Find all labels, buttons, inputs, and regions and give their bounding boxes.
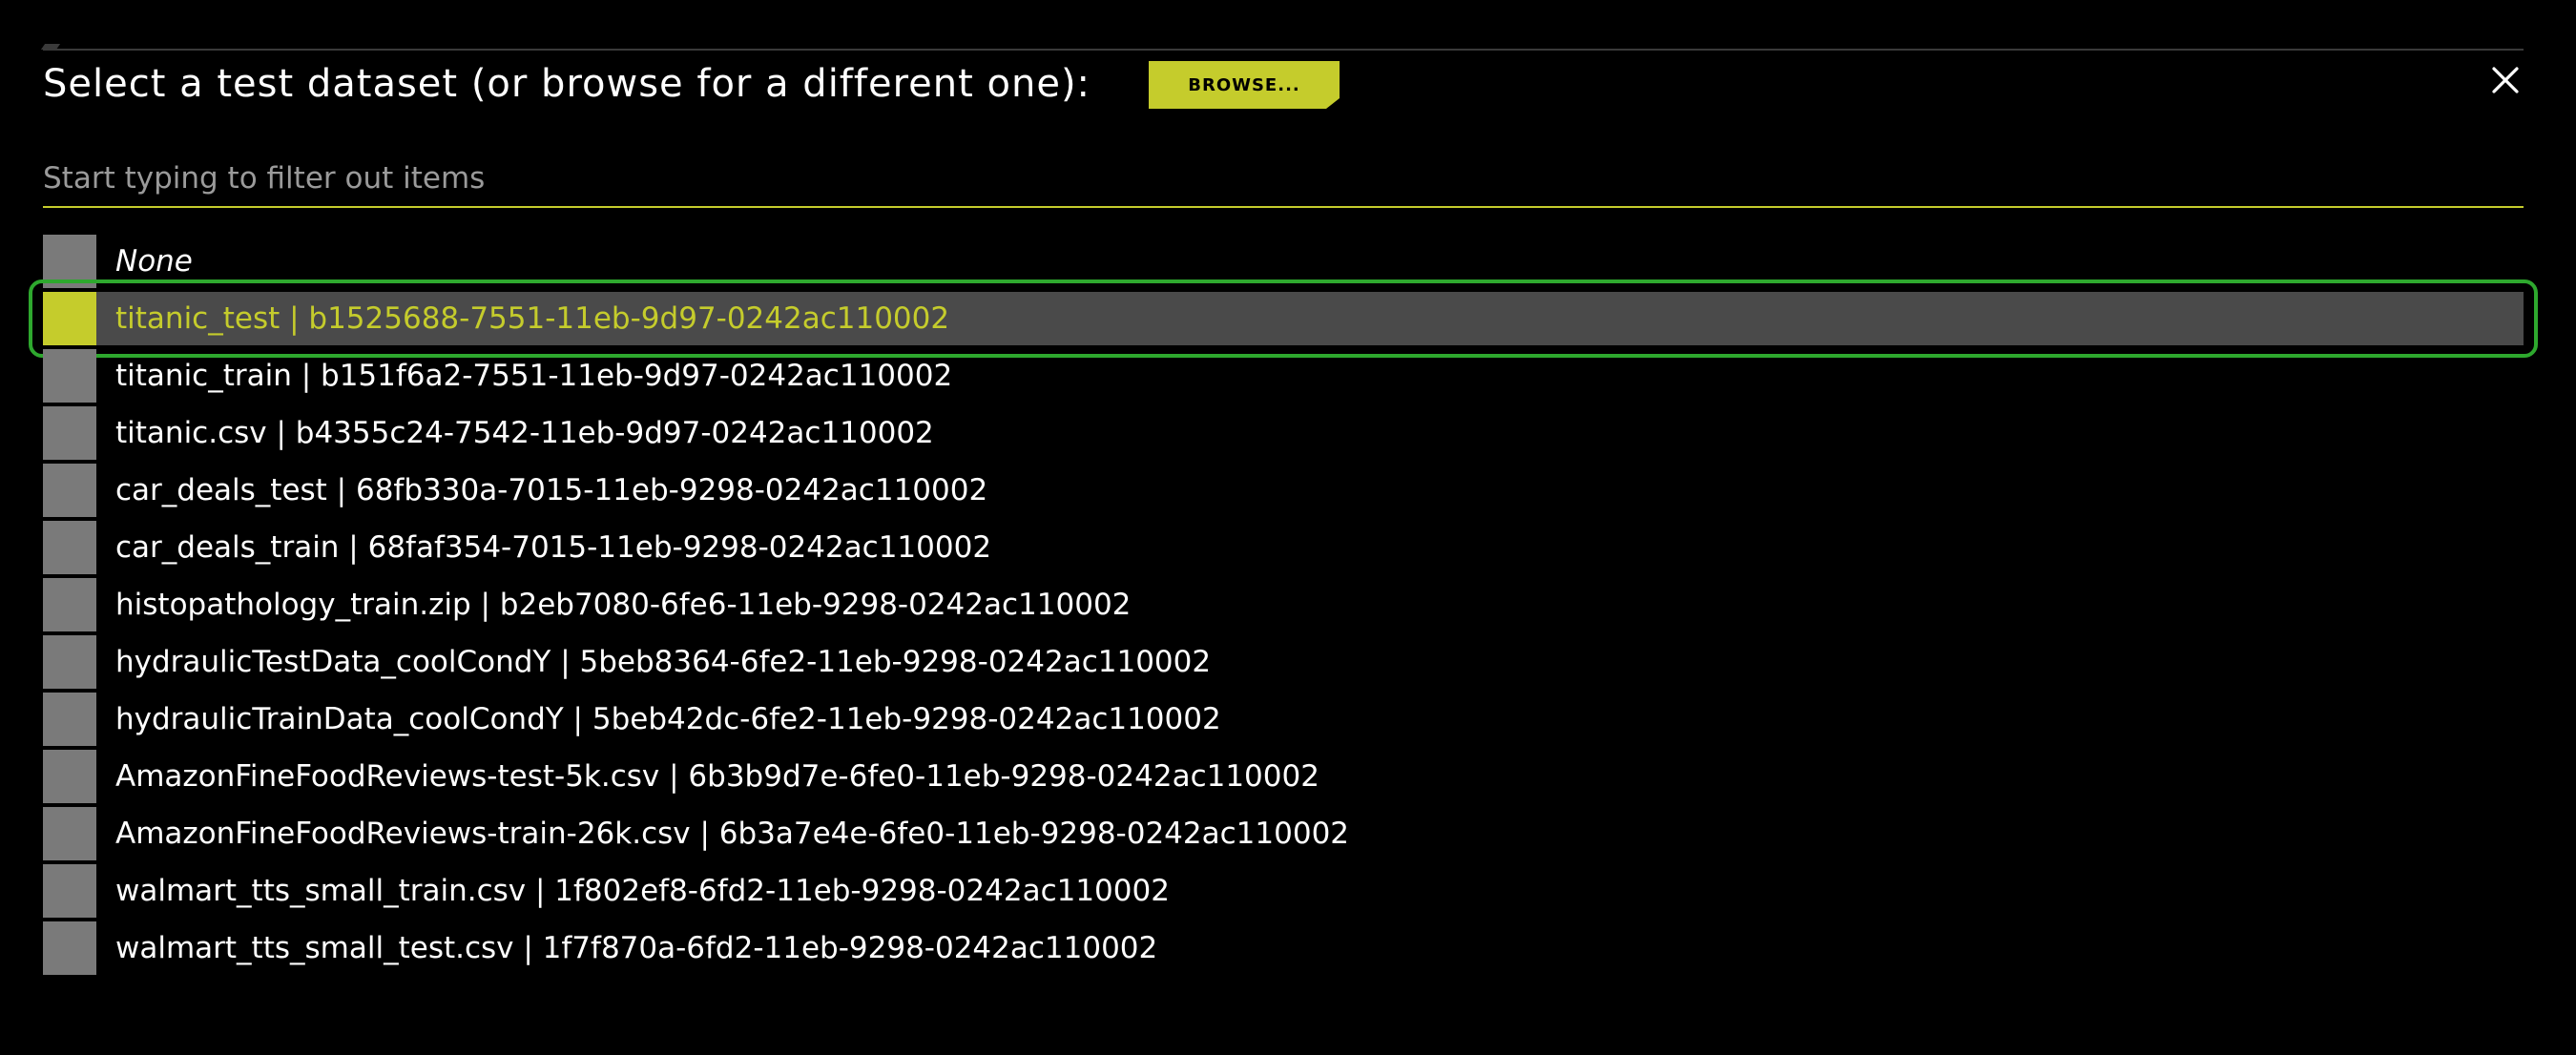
list-item-none[interactable]: None: [43, 235, 2524, 288]
top-divider: [43, 49, 2524, 51]
item-label: hydraulicTestData_coolCondY | 5beb8364-6…: [115, 645, 1212, 679]
item-label: walmart_tts_small_test.csv | 1f7f870a-6f…: [115, 931, 1158, 965]
dialog-title: Select a test dataset (or browse for a d…: [43, 62, 1091, 106]
item-swatch: [43, 578, 96, 631]
close-icon: [2491, 66, 2520, 98]
list-item[interactable]: car_deals_train | 68faf354-7015-11eb-929…: [43, 521, 2524, 574]
list-item[interactable]: AmazonFineFoodReviews-train-26k.csv | 6b…: [43, 807, 2524, 860]
list-item[interactable]: car_deals_test | 68fb330a-7015-11eb-9298…: [43, 464, 2524, 517]
item-label: AmazonFineFoodReviews-train-26k.csv | 6b…: [115, 817, 1350, 851]
item-swatch: [43, 635, 96, 689]
dataset-list: None titanic_test | b1525688-7551-11eb-9…: [29, 235, 2538, 979]
list-item-selected[interactable]: titanic_test | b1525688-7551-11eb-9d97-0…: [29, 279, 2538, 358]
item-swatch: [43, 864, 96, 918]
item-label: walmart_tts_small_train.csv | 1f802ef8-6…: [115, 874, 1170, 908]
item-swatch: [43, 292, 96, 345]
item-label: titanic_test | b1525688-7551-11eb-9d97-0…: [115, 301, 950, 336]
item-swatch: [43, 521, 96, 574]
list-item[interactable]: titanic.csv | b4355c24-7542-11eb-9d97-02…: [43, 406, 2524, 460]
item-swatch: [43, 750, 96, 803]
item-swatch: [43, 464, 96, 517]
item-swatch: [43, 235, 96, 288]
list-item[interactable]: titanic_train | b151f6a2-7551-11eb-9d97-…: [43, 349, 2524, 403]
list-item[interactable]: hydraulicTestData_coolCondY | 5beb8364-6…: [43, 635, 2524, 689]
item-label: None: [115, 244, 193, 279]
item-swatch: [43, 693, 96, 746]
item-swatch: [43, 807, 96, 860]
item-label: histopathology_train.zip | b2eb7080-6fe6…: [115, 588, 1132, 622]
item-swatch: [43, 921, 96, 975]
list-item[interactable]: walmart_tts_small_test.csv | 1f7f870a-6f…: [43, 921, 2524, 975]
list-item[interactable]: histopathology_train.zip | b2eb7080-6fe6…: [43, 578, 2524, 631]
item-label: hydraulicTrainData_coolCondY | 5beb42dc-…: [115, 702, 1221, 736]
item-swatch: [43, 349, 96, 403]
close-button[interactable]: [2484, 61, 2526, 103]
item-swatch: [43, 406, 96, 460]
filter-input[interactable]: [43, 151, 2524, 208]
browse-button[interactable]: BROWSE...: [1149, 61, 1340, 109]
list-item[interactable]: AmazonFineFoodReviews-test-5k.csv | 6b3b…: [43, 750, 2524, 803]
item-label: car_deals_test | 68fb330a-7015-11eb-9298…: [115, 473, 988, 507]
list-item[interactable]: hydraulicTrainData_coolCondY | 5beb42dc-…: [43, 693, 2524, 746]
item-label: titanic.csv | b4355c24-7542-11eb-9d97-02…: [115, 416, 934, 450]
item-label: car_deals_train | 68faf354-7015-11eb-929…: [115, 530, 992, 565]
item-label: AmazonFineFoodReviews-test-5k.csv | 6b3b…: [115, 759, 1319, 794]
list-item[interactable]: walmart_tts_small_train.csv | 1f802ef8-6…: [43, 864, 2524, 918]
item-label: titanic_train | b151f6a2-7551-11eb-9d97-…: [115, 359, 953, 393]
